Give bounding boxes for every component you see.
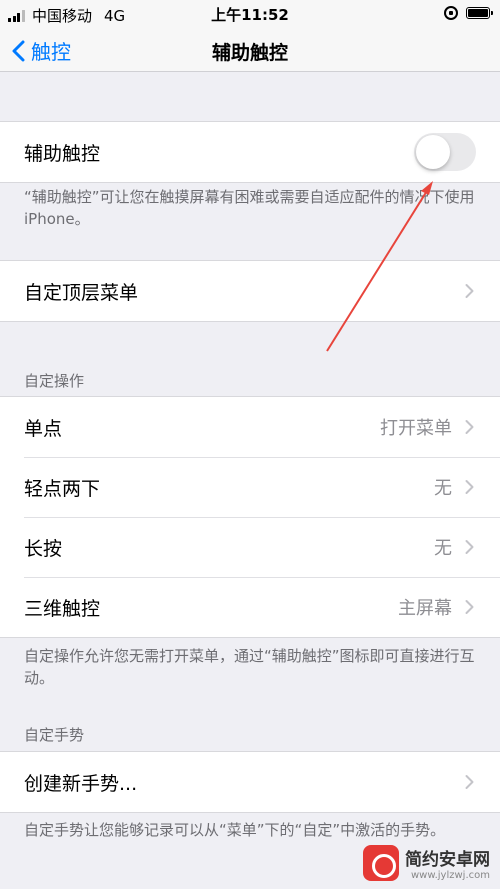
custom-actions-footer: 自定操作允许您无需打开菜单，通过“辅助触控”图标即可直接进行互动。 — [24, 647, 475, 687]
action-label: 单点 — [24, 417, 63, 440]
action-value: 无 — [434, 538, 452, 559]
assistive-touch-label: 辅助触控 — [24, 142, 101, 165]
action-row-long-press[interactable]: 长按 无 — [0, 517, 500, 577]
action-row-double-tap[interactable]: 轻点两下 无 — [0, 457, 500, 517]
action-label: 三维触控 — [24, 597, 101, 620]
chevron-right-icon — [465, 540, 474, 554]
watermark: 简约安卓网 www.jylzwj.com — [363, 845, 490, 881]
assistive-touch-toggle[interactable] — [414, 133, 476, 171]
watermark-url: www.jylzwj.com — [410, 870, 490, 881]
action-label: 长按 — [24, 537, 63, 560]
chevron-right-icon — [465, 480, 474, 494]
action-row-single-tap[interactable]: 单点 打开菜单 — [0, 397, 500, 457]
custom-gestures-group: 创建新手势... — [0, 751, 500, 813]
action-value: 打开菜单 — [380, 418, 452, 439]
custom-actions-header: 自定操作 — [24, 372, 85, 390]
watermark-logo-icon — [363, 845, 399, 881]
assistive-touch-row: 辅助触控 — [0, 122, 500, 182]
chevron-right-icon — [465, 775, 474, 789]
assistive-touch-footer: “辅助触控”可让您在触摸屏幕有困难或需要自适应配件的情况下使用 iPhone。 — [24, 188, 475, 228]
toggle-knob — [416, 135, 450, 169]
action-value: 主屏幕 — [398, 598, 452, 619]
chevron-right-icon — [465, 284, 474, 298]
custom-gestures-footer: 自定手势让您能够记录可以从“菜单”下的“自定”中激活的手势。 — [24, 821, 446, 839]
action-row-3d-touch[interactable]: 三维触控 主屏幕 — [0, 577, 500, 637]
page-title: 辅助触控 — [211, 42, 288, 64]
action-label: 轻点两下 — [24, 477, 101, 500]
customize-top-menu-row[interactable]: 自定顶层菜单 — [0, 261, 500, 321]
action-value: 无 — [434, 478, 452, 499]
status-right — [444, 6, 493, 20]
create-gesture-label: 创建新手势... — [24, 772, 138, 795]
orientation-lock-icon — [444, 6, 458, 20]
navigation-bar: 触控 辅助触控 — [0, 28, 500, 72]
battery-icon — [466, 7, 493, 19]
customize-top-menu-label: 自定顶层菜单 — [24, 281, 139, 304]
watermark-name: 简约安卓网 — [405, 850, 490, 870]
status-bar: 中国移动 4G 上午11:52 — [0, 0, 500, 28]
chevron-right-icon — [465, 600, 474, 614]
custom-actions-group: 单点 打开菜单 轻点两下 无 长按 无 三维触控 主屏幕 — [0, 396, 500, 638]
status-time: 上午11:52 — [211, 6, 289, 24]
create-gesture-row[interactable]: 创建新手势... — [0, 752, 500, 812]
chevron-right-icon — [465, 420, 474, 434]
custom-gestures-header: 自定手势 — [24, 726, 85, 744]
top-menu-group: 自定顶层菜单 — [0, 260, 500, 322]
assistive-touch-group: 辅助触控 — [0, 121, 500, 183]
